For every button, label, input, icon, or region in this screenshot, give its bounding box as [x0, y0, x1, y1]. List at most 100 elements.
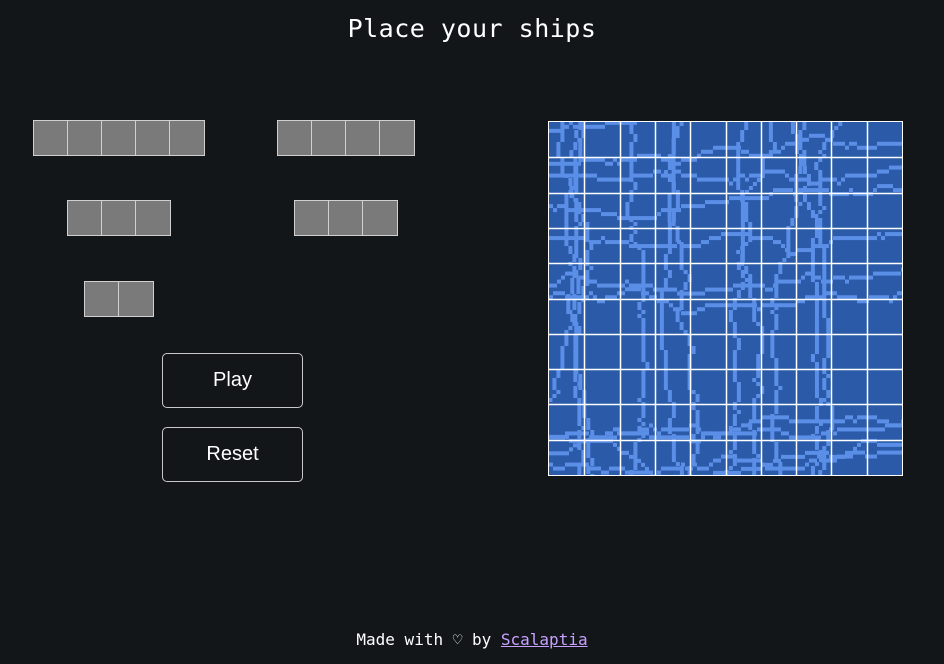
reset-button[interactable]: Reset — [162, 427, 303, 482]
water-pixel — [745, 303, 749, 308]
water-pixel — [560, 346, 565, 350]
water-pixel — [770, 422, 775, 426]
water-pixel — [671, 410, 676, 414]
water-pixel — [633, 287, 637, 292]
water-pixel — [709, 149, 713, 154]
water-pixel — [717, 287, 721, 292]
water-pixel — [633, 173, 637, 178]
water-pixel — [814, 418, 819, 422]
water-pixel — [663, 354, 668, 358]
water-pixel — [745, 149, 749, 154]
water-pixel — [729, 303, 733, 308]
water-pixel — [667, 418, 672, 422]
water-pixel — [805, 462, 809, 467]
water-pixel — [637, 458, 641, 463]
water-pixel — [729, 181, 733, 186]
water-pixel — [593, 157, 597, 162]
water-pixel — [557, 279, 561, 284]
water-pixel — [574, 338, 579, 342]
water-pixel — [661, 157, 665, 162]
water-pixel — [770, 338, 775, 342]
water-pixel — [633, 466, 638, 470]
water-pixel — [671, 214, 676, 218]
water-pixel — [790, 222, 795, 226]
water-pixel — [770, 310, 775, 314]
water-pixel — [566, 310, 571, 314]
water-pixel — [774, 390, 779, 394]
ship-4[interactable] — [277, 120, 415, 156]
water-pixel — [770, 354, 775, 358]
water-pixel — [821, 133, 825, 138]
water-pixel — [781, 431, 785, 436]
water-pixel — [629, 142, 634, 146]
water-pixel — [585, 238, 590, 242]
water-pixel — [564, 194, 569, 198]
water-pixel — [736, 342, 741, 346]
water-pixel — [553, 283, 557, 288]
water-pixel — [573, 443, 577, 448]
water-pixel — [774, 446, 779, 450]
water-pixel — [669, 287, 673, 292]
water-pixel — [778, 474, 783, 475]
water-pixel — [885, 141, 889, 146]
water-pixel — [732, 354, 737, 358]
water-pixel — [826, 330, 831, 334]
water-pixel — [693, 423, 697, 428]
water-pixel — [752, 450, 757, 454]
water-pixel — [625, 122, 629, 125]
water-pixel — [569, 236, 573, 241]
water-pixel — [667, 210, 672, 214]
ship-3a[interactable] — [67, 200, 171, 236]
board-grid[interactable] — [549, 122, 902, 475]
water-pixel — [629, 431, 633, 436]
water-pixel — [641, 244, 645, 249]
water-pixel — [789, 279, 793, 284]
ship-3b[interactable] — [294, 200, 398, 236]
water-pixel — [741, 431, 745, 436]
water-pixel — [814, 162, 819, 166]
water-pixel — [675, 234, 680, 238]
water-pixel — [736, 382, 741, 386]
water-pixel — [586, 446, 591, 450]
water-pixel — [802, 198, 807, 202]
play-button[interactable]: Play — [162, 353, 303, 408]
water-pixel — [671, 178, 676, 182]
water-pixel — [736, 186, 741, 190]
ship-2[interactable] — [84, 281, 154, 317]
water-pixel — [679, 122, 684, 126]
water-pixel — [881, 184, 885, 189]
water-pixel — [810, 434, 815, 438]
water-pixel — [736, 250, 741, 254]
ship-cell — [68, 201, 102, 235]
water-pixel — [565, 451, 569, 456]
water-pixel — [774, 382, 779, 386]
water-pixel — [695, 398, 700, 402]
water-pixel — [556, 370, 561, 374]
water-pixel — [578, 146, 583, 150]
water-pixel — [675, 126, 680, 130]
water-pixel — [773, 240, 777, 245]
water-pixel — [641, 378, 646, 382]
water-pixel — [826, 390, 831, 394]
water-pixel — [570, 286, 575, 290]
water-pixel — [806, 174, 811, 178]
water-pixel — [577, 418, 582, 422]
game-board[interactable] — [548, 121, 903, 476]
author-link[interactable]: Scalaptia — [501, 630, 588, 649]
water-pixel — [757, 466, 761, 471]
water-pixel — [713, 303, 717, 308]
water-pixel — [667, 270, 672, 274]
water-pixel — [713, 435, 717, 440]
water-pixel — [889, 271, 893, 276]
water-pixel — [813, 133, 817, 138]
water-pixel — [701, 291, 705, 296]
water-pixel — [774, 314, 779, 318]
water-pixel — [560, 170, 565, 174]
water-pixel — [789, 435, 793, 440]
water-pixel — [659, 294, 664, 298]
water-pixel — [556, 374, 561, 378]
water-pixel — [825, 177, 829, 182]
water-pixel — [585, 278, 590, 282]
ship-5[interactable] — [33, 120, 205, 156]
water-pixel — [837, 236, 841, 241]
